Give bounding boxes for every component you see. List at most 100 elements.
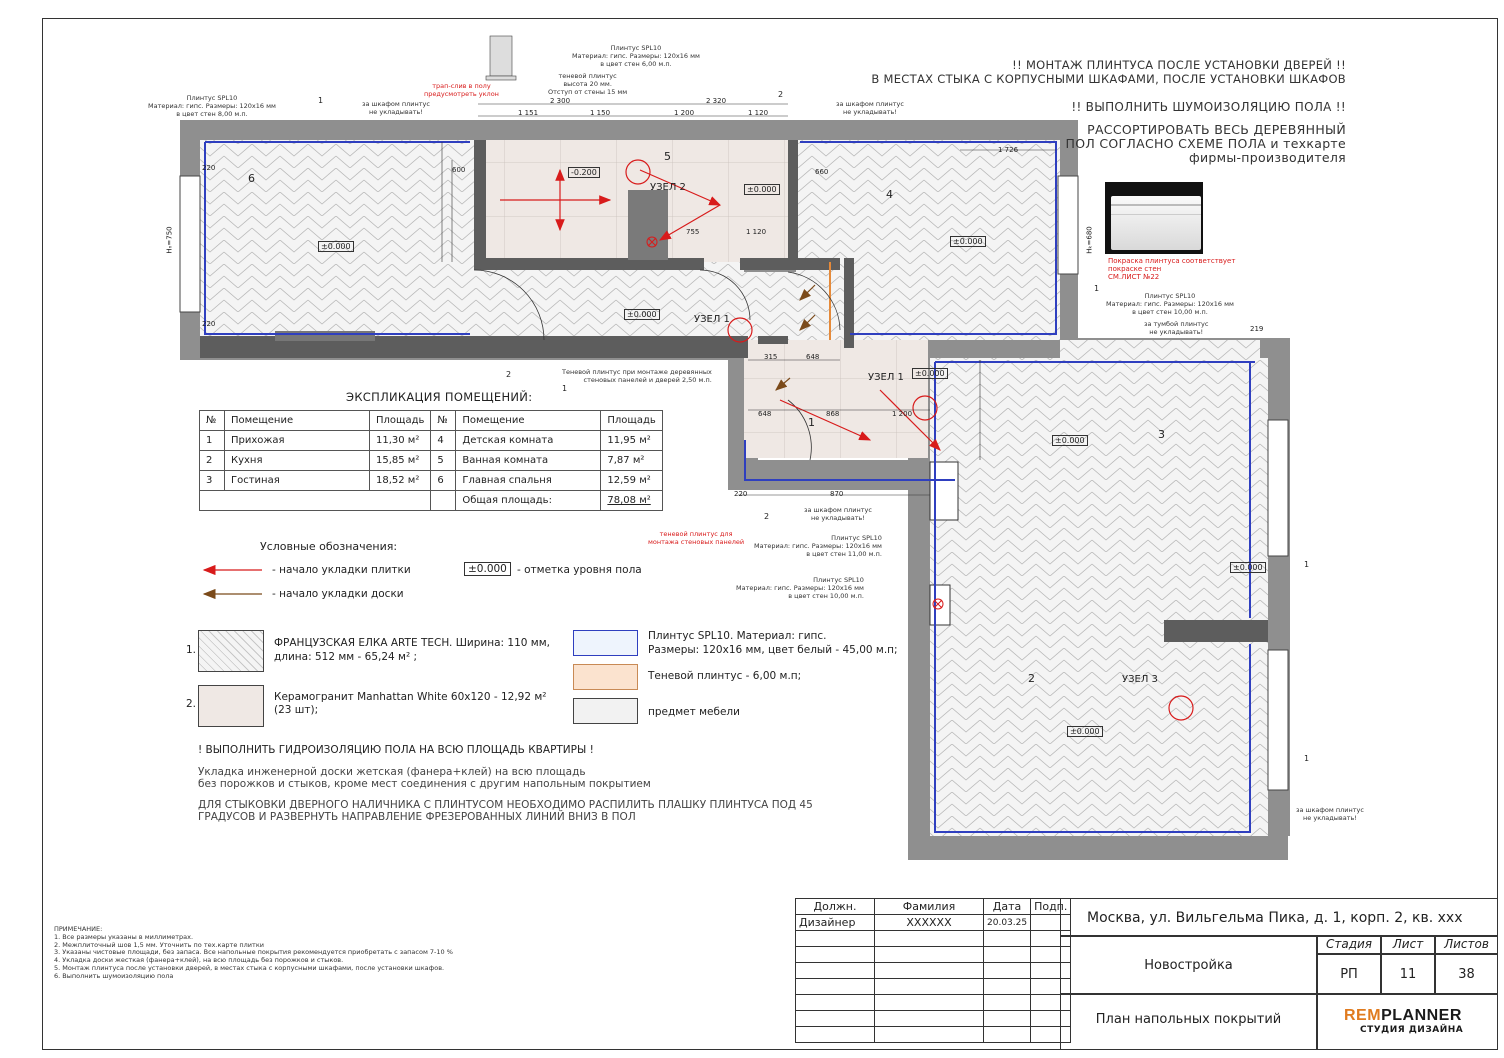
- note-mount-1: !! МОНТАЖ ПЛИНТУСА ПОСЛЕ УСТАНОВКИ ДВЕРЕ…: [1012, 58, 1346, 72]
- table-total-row: Общая площадь: 78,08 м²: [198, 490, 663, 511]
- node-label-1b: УЗЕЛ 1: [868, 372, 904, 383]
- dimension-text: 1 200: [674, 109, 695, 117]
- dimension-text: 868: [826, 410, 840, 418]
- col-surname: Фамилия: [874, 898, 984, 915]
- leader-number: 2: [764, 512, 770, 521]
- leader-number: 2: [778, 90, 784, 99]
- col-position: Должн.: [795, 898, 875, 915]
- callout-shadow-red: теневой плинтус для монтажа стеновых пане…: [648, 530, 745, 546]
- window-mark: Нₙ=750: [165, 226, 174, 254]
- material-1-swatch: [198, 630, 264, 672]
- room-number-4: 4: [886, 188, 893, 201]
- dimension-text: 219: [1250, 325, 1264, 333]
- plinth-photo: [1105, 182, 1203, 254]
- note-sort-3: фирмы-производителя: [1188, 150, 1346, 165]
- remplanner-logo: REMPLANNER: [1344, 1007, 1462, 1024]
- signature-table: Должн. Фамилия Дата Подп. Дизайнер XXXXX…: [795, 898, 1072, 1043]
- level-mark: ±0.000: [318, 241, 354, 252]
- leader-number: 1: [1304, 754, 1310, 763]
- cell-empty: [198, 490, 432, 511]
- cell: Ванная комната: [455, 450, 602, 471]
- legend-furniture: предмет мебели: [648, 706, 740, 718]
- col-room: Помещение: [224, 410, 370, 431]
- object-cell: Новостройка: [1060, 936, 1317, 994]
- sheet-title-cell: План напольных покрытий: [1060, 994, 1317, 1050]
- dimension-text: 2 300: [550, 97, 571, 105]
- designer-name: XXXXXX: [874, 914, 984, 931]
- cell: Детская комната: [455, 430, 602, 451]
- cell: Гостиная: [224, 470, 370, 491]
- dimension-text: 600: [452, 166, 466, 174]
- note-noise: !! ВЫПОЛНИТЬ ШУМОИЗОЛЯЦИЮ ПОЛА !!: [1071, 100, 1346, 114]
- room-number-6: 6: [248, 172, 255, 185]
- legend-level-text: - отметка уровня пола: [517, 564, 642, 576]
- col-num: №: [430, 410, 457, 431]
- table-row: 3 Гостиная 18,52 м² 6 Главная спальня 12…: [199, 470, 663, 491]
- room-number-2: 2: [1028, 672, 1035, 685]
- stage-value: РП: [1317, 954, 1381, 994]
- shadow-plinth-swatch: [573, 664, 638, 690]
- dimension-text: 1 120: [748, 109, 769, 117]
- callout-plinth-mid1: Плинтус SPL10 Материал: гипс. Размеры: 12…: [754, 534, 882, 558]
- instruction-trim-1: ДЛЯ СТЫКОВКИ ДВЕРНОГО НАЛИЧНИКА С ПЛИНТУ…: [198, 799, 813, 811]
- room-number-1: 1: [808, 416, 815, 429]
- leader-number: 2: [506, 370, 512, 379]
- callout-wardrobe-1: за шкафом плинтус не укладывать!: [362, 100, 430, 116]
- room-number-3: 3: [1158, 428, 1165, 441]
- material-2-swatch: [198, 685, 264, 727]
- callout-wardrobe-4: за шкафом плинтус не укладывать!: [1296, 806, 1364, 822]
- col-num: №: [199, 410, 225, 431]
- cell: Прихожая: [224, 430, 370, 451]
- callout-wardrobe-tumba: за тумбой плинтус не укладывать!: [1144, 320, 1209, 336]
- dimension-text: 870: [830, 490, 844, 498]
- note-sort-2: ПОЛ СОГЛАСНО СХЕМЕ ПОЛА и техкарте: [1065, 136, 1346, 151]
- cell: 6: [430, 470, 457, 491]
- col-room: Помещение: [455, 410, 602, 431]
- dimension-text: 315: [764, 353, 778, 361]
- callout-wardrobe-2: за шкафом плинтус не укладывать!: [836, 100, 904, 116]
- callout-wardrobe-3: за шкафом плинтус не укладывать!: [804, 506, 872, 522]
- sheets-header: Листов: [1435, 936, 1498, 954]
- node-label-1: УЗЕЛ 1: [694, 314, 730, 325]
- dimension-text: 220: [202, 320, 216, 328]
- material-1-line1: ФРАНЦУЗСКАЯ ЕЛКА ARTE TECH. Ширина: 110 …: [274, 637, 550, 649]
- cell: 18,52 м²: [368, 470, 432, 491]
- dimension-text: 1 150: [590, 109, 611, 117]
- remarks: ПРИМЕЧАНИЕ: 1. Все размеры указаны в мил…: [54, 925, 453, 981]
- material-1-number: 1.: [186, 644, 197, 656]
- cell: 5: [430, 450, 457, 471]
- cell: 1: [199, 430, 225, 451]
- col-area: Площадь: [368, 410, 432, 431]
- material-2-number: 2.: [186, 698, 197, 710]
- callout-plinth-left: Плинтус SPL10 Материал: гипс. Размеры: 12…: [148, 94, 276, 118]
- table-header-row: № Помещение Площадь № Помещение Площадь: [199, 410, 663, 431]
- note-mount-2: В МЕСТАХ СТЫКА С КОРПУСНЫМИ ШКАФАМИ, ПОС…: [871, 72, 1346, 86]
- level-mark: ±0.000: [1052, 435, 1088, 446]
- cell: 11,30 м²: [368, 430, 432, 451]
- cell: Главная спальня: [455, 470, 602, 491]
- dimension-text: 1 726: [998, 146, 1019, 154]
- instruction-board-2: без порожков и стыков, кроме мест соедин…: [198, 778, 651, 790]
- cell: 11,95 м²: [600, 430, 663, 451]
- instruction-board-1: Укладка инженерной доски жетская (фанера…: [198, 766, 586, 778]
- level-mark: ±0.000: [624, 309, 660, 320]
- sheet-value: 11: [1381, 954, 1435, 994]
- callout-trap: трап-слив в полу предусмотреть уклон: [424, 82, 499, 98]
- room-number-5: 5: [664, 150, 671, 163]
- level-mark: ±0.000: [1230, 562, 1266, 573]
- title-block: Должн. Фамилия Дата Подп. Дизайнер XXXXX…: [795, 898, 1498, 1050]
- leader-number: 1: [1304, 560, 1310, 569]
- callout-shadow-plinth: теневой плинтус высота 20 мм. Отступ от ст…: [548, 72, 628, 96]
- col-area: Площадь: [600, 410, 663, 431]
- cell: 15,85 м²: [368, 450, 432, 471]
- plinth-photo-caption: Покраска плинтуса соответствует покраске…: [1108, 257, 1236, 281]
- total-value: 78,08 м²: [600, 490, 663, 511]
- designer-date: 20.03.25: [982, 914, 1032, 931]
- cell: Кухня: [224, 450, 370, 471]
- furniture-swatch: [573, 698, 638, 724]
- legend-title: Условные обозначения:: [260, 540, 398, 553]
- stage-header: Стадия: [1317, 936, 1381, 954]
- level-mark: ±0.000: [912, 368, 948, 379]
- callout-plinth-mid2: Плинтус SPL10 Материал: гипс. Размеры: 12…: [736, 576, 864, 600]
- logo-sub: СТУДИЯ ДИЗАЙНА: [1360, 1025, 1464, 1035]
